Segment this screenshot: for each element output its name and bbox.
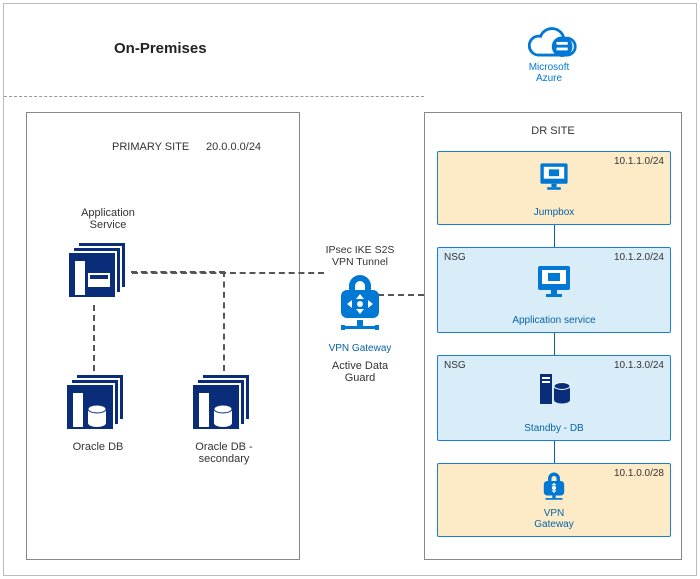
dr-site-title: DR SITE: [425, 125, 681, 137]
conn-appsvc-standby: [554, 333, 555, 355]
oracle-db-secondary-label: Oracle DB - secondary: [179, 441, 269, 465]
vpngw-cidr: 10.1.0.0/28: [614, 468, 664, 479]
primary-site-title: PRIMARY SITE: [112, 141, 189, 153]
oracle-db-label: Oracle DB: [53, 441, 143, 453]
conn-app-to-secondary-v: [223, 271, 225, 371]
active-data-guard-label: Active Data Guard: [320, 360, 400, 384]
appsvc-nsg: NSG: [444, 252, 466, 263]
primary-site-box: PRIMARY SITE 20.0.0.0/24 Application Ser…: [26, 112, 300, 560]
conn-primary-to-vpn: [132, 272, 324, 274]
standby-nsg: NSG: [444, 360, 466, 371]
vm-icon: [537, 160, 571, 194]
azure-label: Microsoft Azure: [489, 62, 609, 84]
db-server-icon: [534, 370, 574, 410]
oracle-db-secondary-icon: [191, 373, 251, 433]
vm-icon: [534, 262, 574, 302]
app-service-icon: [67, 241, 127, 301]
ipsec-tunnel-label: IPsec IKE S2S VPN Tunnel: [320, 244, 400, 268]
standby-cidr: 10.1.3.0/24: [614, 360, 664, 371]
jumpbox-cidr: 10.1.1.0/24: [614, 156, 664, 167]
heading-on-premises: On-Premises: [114, 40, 207, 57]
vpngw-label: VPN Gateway: [438, 508, 670, 530]
conn-app-to-db: [93, 305, 95, 371]
conn-standby-vpngw: [554, 441, 555, 463]
tile-standby-db: NSG 10.1.3.0/24 Standby - DB: [437, 355, 671, 441]
conn-jumpbox-appsvc: [554, 225, 555, 247]
vpn-gateway-block: IPsec IKE S2S VPN Tunnel VPN Gateway Act…: [320, 244, 400, 384]
divider-dashed: [4, 96, 424, 97]
jumpbox-label: Jumpbox: [438, 207, 670, 218]
tile-jumpbox: 10.1.1.0/24 Jumpbox: [437, 151, 671, 225]
tile-vpn-gateway: 10.1.0.0/28 VPN Gateway: [437, 463, 671, 537]
cloud-icon: [519, 22, 579, 60]
primary-site-cidr: 20.0.0.0/24: [206, 141, 261, 153]
vpn-gateway-label: VPN Gateway: [320, 343, 400, 354]
appsvc-cidr: 10.1.2.0/24: [614, 252, 664, 263]
appsvc-label: Application service: [438, 315, 670, 326]
azure-logo: Microsoft Azure: [489, 22, 609, 84]
vpn-gateway-icon: [537, 470, 571, 504]
standby-label: Standby - DB: [438, 423, 670, 434]
diagram-canvas: On-Premises Microsoft Azure PRIMARY SITE…: [3, 3, 697, 576]
tile-app-service: NSG 10.1.2.0/24 Application service: [437, 247, 671, 333]
app-service-label: Application Service: [63, 207, 153, 231]
dr-site-box: DR SITE 10.1.1.0/24 Jumpbox NSG 10.1.2.0…: [424, 112, 682, 560]
vpn-gateway-icon: [333, 272, 387, 336]
oracle-db-icon: [65, 373, 125, 433]
